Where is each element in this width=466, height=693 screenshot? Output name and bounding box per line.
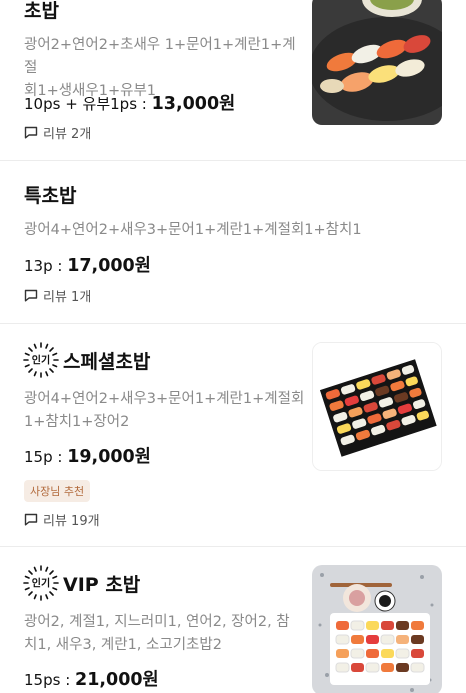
menu-item-price-line: 13p : 17,000원: [24, 256, 151, 276]
speech-bubble-icon: [24, 513, 38, 526]
owner-recommend-badge: 사장님 추천: [24, 480, 91, 502]
menu-item-photo: [312, 342, 442, 471]
menu-item-price: 19,000원: [67, 447, 151, 467]
review-count[interactable]: 리뷰 19개: [24, 510, 100, 529]
menu-item-price-line: 10ps + 유부1ps : 13,000원: [24, 94, 236, 114]
speech-bubble-icon: [24, 289, 38, 302]
review-count[interactable]: 리뷰 2개: [24, 123, 91, 142]
menu-item-description: 광어2, 계절1, 지느러미1, 연어2, 장어2, 참 치1, 새우3, 계란…: [24, 614, 290, 653]
menu-item-price: 21,000원: [75, 670, 159, 690]
menu-item-vip-chobap[interactable]: 인기 VIP 초밥 광어2, 계절1, 지느러미1, 연어2, 장어2, 참 치…: [0, 547, 466, 693]
menu-item-description: 광어4+연어2+새우3+문어1+계란1+계절회1+참치1: [24, 222, 362, 238]
menu-item-name: 인기 스페셜초밥: [22, 341, 150, 379]
starburst-badge-icon: 인기: [23, 565, 59, 601]
menu-item-special-sushi[interactable]: 인기 스페셜초밥 광어4+연어2+새우3+문어1+계란1+계절회 1+참치1+장…: [0, 324, 466, 546]
menu-item-name: 초밥: [24, 0, 59, 22]
menu-item-price: 17,000원: [67, 256, 151, 276]
menu-item-chobap[interactable]: 초밥 광어2+연어2+초새우 1+문어1+계란1+계절 회1+생새우1+유부1 …: [0, 0, 466, 160]
popular-badge-label: 인기: [32, 577, 50, 590]
menu-item-name: 인기 VIP 초밥: [22, 564, 140, 602]
review-count[interactable]: 리뷰 1개: [24, 286, 91, 305]
menu-item-name: 특초밥: [24, 185, 77, 207]
popular-badge-label: 인기: [32, 354, 50, 367]
menu-item-photo: [312, 565, 442, 693]
menu-item-description: 광어4+연어2+새우3+문어1+계란1+계절회 1+참치1+장어2: [24, 391, 305, 430]
speech-bubble-icon: [24, 126, 38, 139]
starburst-badge-icon: 인기: [23, 342, 59, 378]
menu-item-photo: [312, 0, 442, 125]
menu-item-price-line: 15ps : 21,000원: [24, 670, 159, 690]
menu-item-special-chobap[interactable]: 특초밥 광어4+연어2+새우3+문어1+계란1+계절회1+참치1 13p : 1…: [0, 161, 466, 323]
menu-item-price-line: 15p : 19,000원: [24, 447, 151, 467]
menu-item-price: 13,000원: [151, 94, 236, 114]
